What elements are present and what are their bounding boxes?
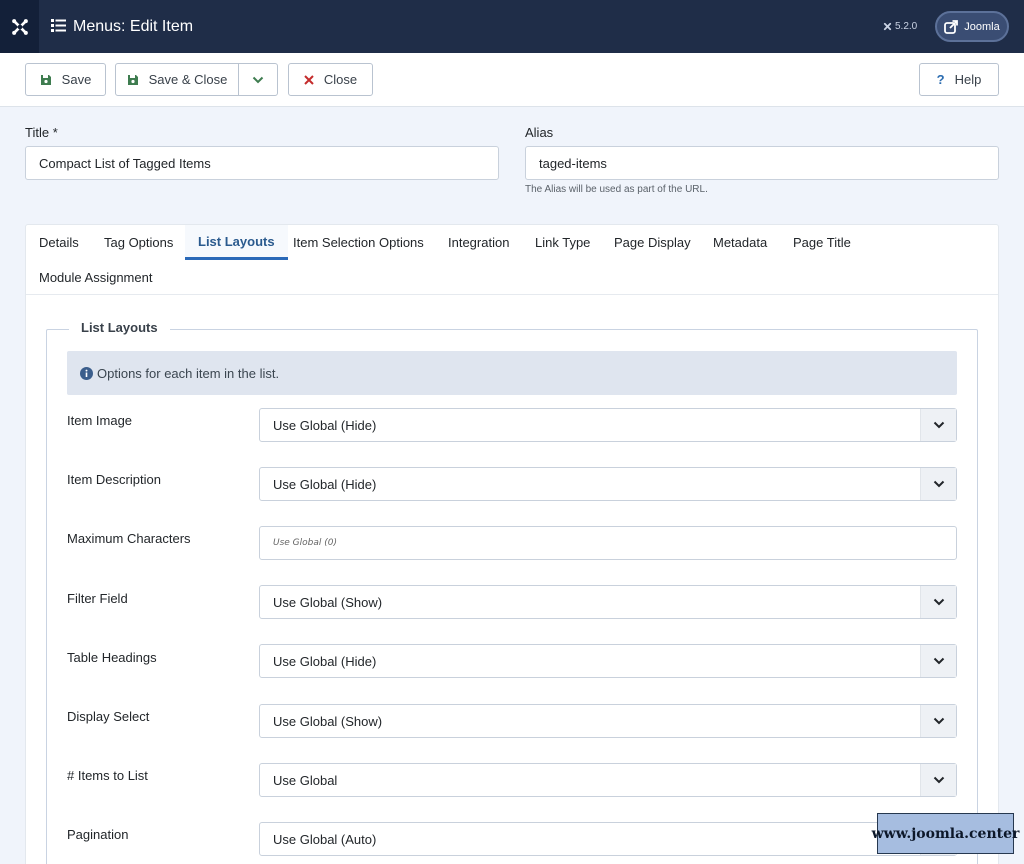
save-icon (127, 74, 138, 85)
item-image-value: Use Global (Hide) (273, 417, 377, 433)
fieldset-legend: List Layouts (69, 320, 170, 335)
title-input[interactable]: Compact List of Tagged Items (25, 146, 499, 180)
tab-link-type[interactable]: Link Type (522, 225, 603, 260)
chevron-down-icon (252, 76, 264, 83)
save-label: Save (61, 72, 92, 87)
tab-page-title[interactable]: Page Title (780, 225, 864, 260)
list-layouts-fieldset: List Layouts Options for each item in th… (46, 320, 978, 864)
tab-integration[interactable]: Integration (435, 225, 522, 260)
question-icon: ? (936, 72, 945, 87)
chevron-down-icon (920, 468, 956, 500)
maximum-characters-label: Maximum Characters (67, 531, 191, 546)
title-label: Title * (25, 125, 58, 140)
display-select-select[interactable]: Use Global (Show) (259, 704, 957, 738)
joomla-logo-icon[interactable] (0, 0, 39, 53)
tab-tag-options[interactable]: Tag Options (91, 225, 186, 260)
save-close-label: Save & Close (148, 72, 228, 87)
pagination-value: Use Global (Auto) (273, 831, 377, 847)
chevron-down-icon (920, 645, 956, 677)
alias-hint: The Alias will be used as part of the UR… (525, 184, 708, 195)
pagination-select[interactable]: Use Global (Auto) (259, 822, 957, 856)
view-site-label: Joomla (964, 20, 1000, 33)
item-description-select[interactable]: Use Global (Hide) (259, 467, 957, 501)
info-alert: Options for each item in the list. (67, 351, 957, 395)
list-icon (51, 18, 66, 35)
save-close-button[interactable]: Save & Close (115, 63, 239, 96)
display-select-value: Use Global (Show) (273, 713, 383, 729)
joomla-small-icon (883, 22, 892, 31)
help-button[interactable]: ? Help (919, 63, 999, 96)
page-title: Menus: Edit Item (73, 17, 194, 35)
table-headings-select[interactable]: Use Global (Hide) (259, 644, 957, 678)
table-headings-label: Table Headings (67, 650, 157, 665)
save-button[interactable]: Save (25, 63, 106, 96)
tab-metadata[interactable]: Metadata (700, 225, 780, 260)
watermark: www.joomla.center (872, 813, 1019, 854)
item-image-label: Item Image (67, 413, 133, 428)
alias-input[interactable]: taged-items (525, 146, 999, 180)
info-text: Options for each item in the list. (97, 365, 280, 381)
tab-page-display[interactable]: Page Display (601, 225, 704, 260)
help-label: Help (954, 72, 982, 87)
display-select-label: Display Select (67, 709, 150, 724)
tab-details[interactable]: Details (26, 225, 92, 260)
item-description-label: Item Description (67, 472, 161, 487)
chevron-down-icon (920, 764, 956, 796)
version-badge: 5.2.0 (883, 0, 917, 53)
chevron-down-icon (920, 409, 956, 441)
tab-item-selection-options[interactable]: Item Selection Options (280, 225, 437, 260)
close-button[interactable]: Close (288, 63, 373, 96)
tab-list-layouts[interactable]: List Layouts (185, 225, 288, 260)
maximum-characters-input[interactable] (259, 526, 957, 560)
filter-field-select[interactable]: Use Global (Show) (259, 585, 957, 619)
version-text: 5.2.0 (895, 21, 918, 32)
tab-module-assignment[interactable]: Module Assignment (26, 260, 165, 295)
alias-label: Alias (525, 125, 554, 140)
close-label: Close (323, 72, 358, 87)
pagination-label: Pagination (67, 827, 129, 842)
save-options-dropdown-button[interactable] (238, 63, 278, 96)
items-to-list-value: Use Global (273, 772, 338, 788)
view-site-button[interactable]: Joomla (935, 11, 1009, 42)
close-icon (304, 74, 314, 85)
toolbar: Save Save & Close Close ? Help (0, 53, 1024, 107)
tabs-divider (26, 294, 998, 295)
table-headings-value: Use Global (Hide) (273, 653, 377, 669)
page-heading: Menus: Edit Item (51, 0, 193, 53)
header-bar: Menus: Edit Item 5.2.0 Joomla (0, 0, 1024, 53)
info-icon (80, 366, 93, 380)
external-link-icon (944, 19, 959, 34)
save-icon (40, 74, 51, 85)
items-to-list-label: # Items to List (67, 768, 148, 783)
item-image-select[interactable]: Use Global (Hide) (259, 408, 957, 442)
filter-field-label: Filter Field (67, 591, 128, 606)
item-description-value: Use Global (Hide) (273, 476, 377, 492)
tabs-panel: Details Tag Options List Layouts Item Se… (25, 224, 999, 864)
filter-field-value: Use Global (Show) (273, 594, 383, 610)
items-to-list-select[interactable]: Use Global (259, 763, 957, 797)
chevron-down-icon (920, 705, 956, 737)
chevron-down-icon (920, 586, 956, 618)
